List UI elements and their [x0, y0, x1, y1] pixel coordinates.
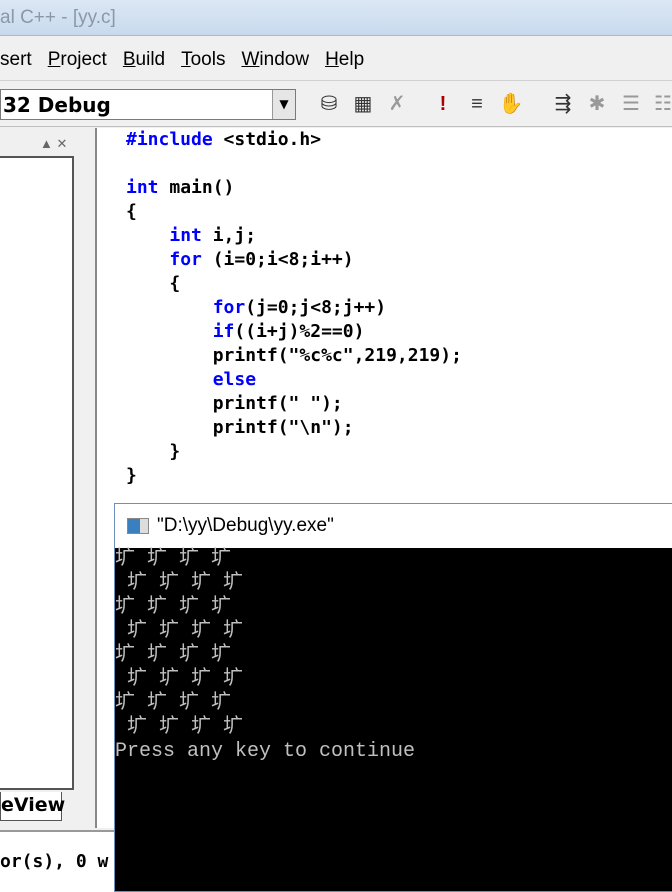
code-line: ​ } — [126, 441, 181, 462]
code-line: ​#include <stdio.h> — [126, 129, 322, 150]
build-output-text: or(s), 0 w — [0, 851, 109, 872]
workspace-tree[interactable] — [0, 156, 74, 790]
menu-item[interactable]: Help — [325, 49, 364, 70]
menu-item[interactable]: Tools — [181, 49, 225, 70]
menu-item[interactable]: Window — [241, 49, 309, 70]
code-line: ​ printf(" "); — [126, 393, 343, 414]
class-icon[interactable]: ✱ — [584, 90, 610, 118]
console-line: Press any key to continue — [115, 740, 416, 763]
console-line: 圹 圹 圹 圹 — [115, 644, 232, 667]
console-title: "D:\yy\Debug\yy.exe" — [157, 515, 334, 536]
code-line: ​ for(j=0;j<8;j++) — [212, 297, 387, 318]
code-line: ​ else — [212, 369, 257, 390]
stop-build-icon[interactable]: ✗ — [384, 90, 410, 118]
title-bar: al C++ - [yy.c] — [0, 0, 672, 36]
console-line: 圹 圹 圹 圹 — [115, 692, 232, 715]
code-line: ​ printf("%c%c",219,219); — [126, 345, 462, 366]
window-title: al C++ - [yy.c] — [0, 7, 116, 28]
console-icon — [127, 518, 149, 534]
code-text: ​#include <stdio.h>​​int main() ​{ ​ int i… — [126, 128, 462, 488]
tab-label: eView — [1, 794, 66, 816]
function-icon[interactable]: ☷ — [650, 90, 672, 118]
compile-icon[interactable]: ⛁ — [316, 90, 342, 118]
console-line: 圹 圹 圹 圹 — [115, 620, 244, 643]
code-line: ​ { — [126, 273, 181, 294]
build-config-value: 32 Debug — [3, 93, 111, 117]
code-line: ​ printf("\n"); — [126, 417, 354, 438]
console-line: 圹 圹 圹 圹 — [115, 668, 244, 691]
code-line: ​ for (i=0;i<8;i++) — [169, 249, 354, 270]
console-line: 圹 圹 圹 圹 — [115, 716, 244, 739]
code-line: ​{ — [126, 201, 137, 222]
code-line: ​ — [126, 152, 462, 176]
console-line: 圹 圹 圹 圹 — [115, 548, 232, 571]
menu-item[interactable]: Build — [123, 49, 165, 70]
menu-bar: sert Project Build Tools Window Help — [0, 40, 672, 81]
code-line: ​} — [126, 465, 137, 486]
menu-item[interactable]: sert — [0, 49, 32, 70]
go-icon[interactable]: ≡ — [464, 90, 490, 118]
build-config-select[interactable]: 32 Debug ▼ — [0, 89, 296, 120]
console-line: 圹 圹 圹 圹 — [115, 596, 232, 619]
console-window[interactable]: "D:\yy\Debug\yy.exe" 圹 圹 圹 圹 圹 圹 圹 圹圹 圹 … — [114, 503, 672, 892]
console-title-bar: "D:\yy\Debug\yy.exe" — [115, 504, 672, 548]
chevron-down-icon[interactable]: ▼ — [272, 90, 295, 119]
menu-item[interactable]: Project — [48, 49, 107, 70]
tab-fileview[interactable]: eView — [0, 792, 66, 821]
breakpoint-icon[interactable]: ✋ — [498, 90, 524, 118]
code-line: ​int main() — [126, 177, 235, 198]
code-line: ​ int i,j; — [169, 225, 257, 246]
wizard-icon[interactable]: ⇶ — [550, 90, 576, 118]
console-line: 圹 圹 圹 圹 — [115, 572, 244, 595]
members-icon[interactable]: ☰ — [618, 90, 644, 118]
panel-close-icon[interactable]: ▲ ✕ — [40, 136, 67, 152]
console-output: 圹 圹 圹 圹 圹 圹 圹 圹圹 圹 圹 圹 圹 圹 圹 圹圹 圹 圹 圹 圹 … — [115, 548, 672, 891]
code-line: ​ if((i+j)%2==0) — [212, 321, 365, 342]
build-icon[interactable]: ▦ — [350, 90, 376, 118]
execute-icon[interactable]: ! — [430, 90, 456, 118]
